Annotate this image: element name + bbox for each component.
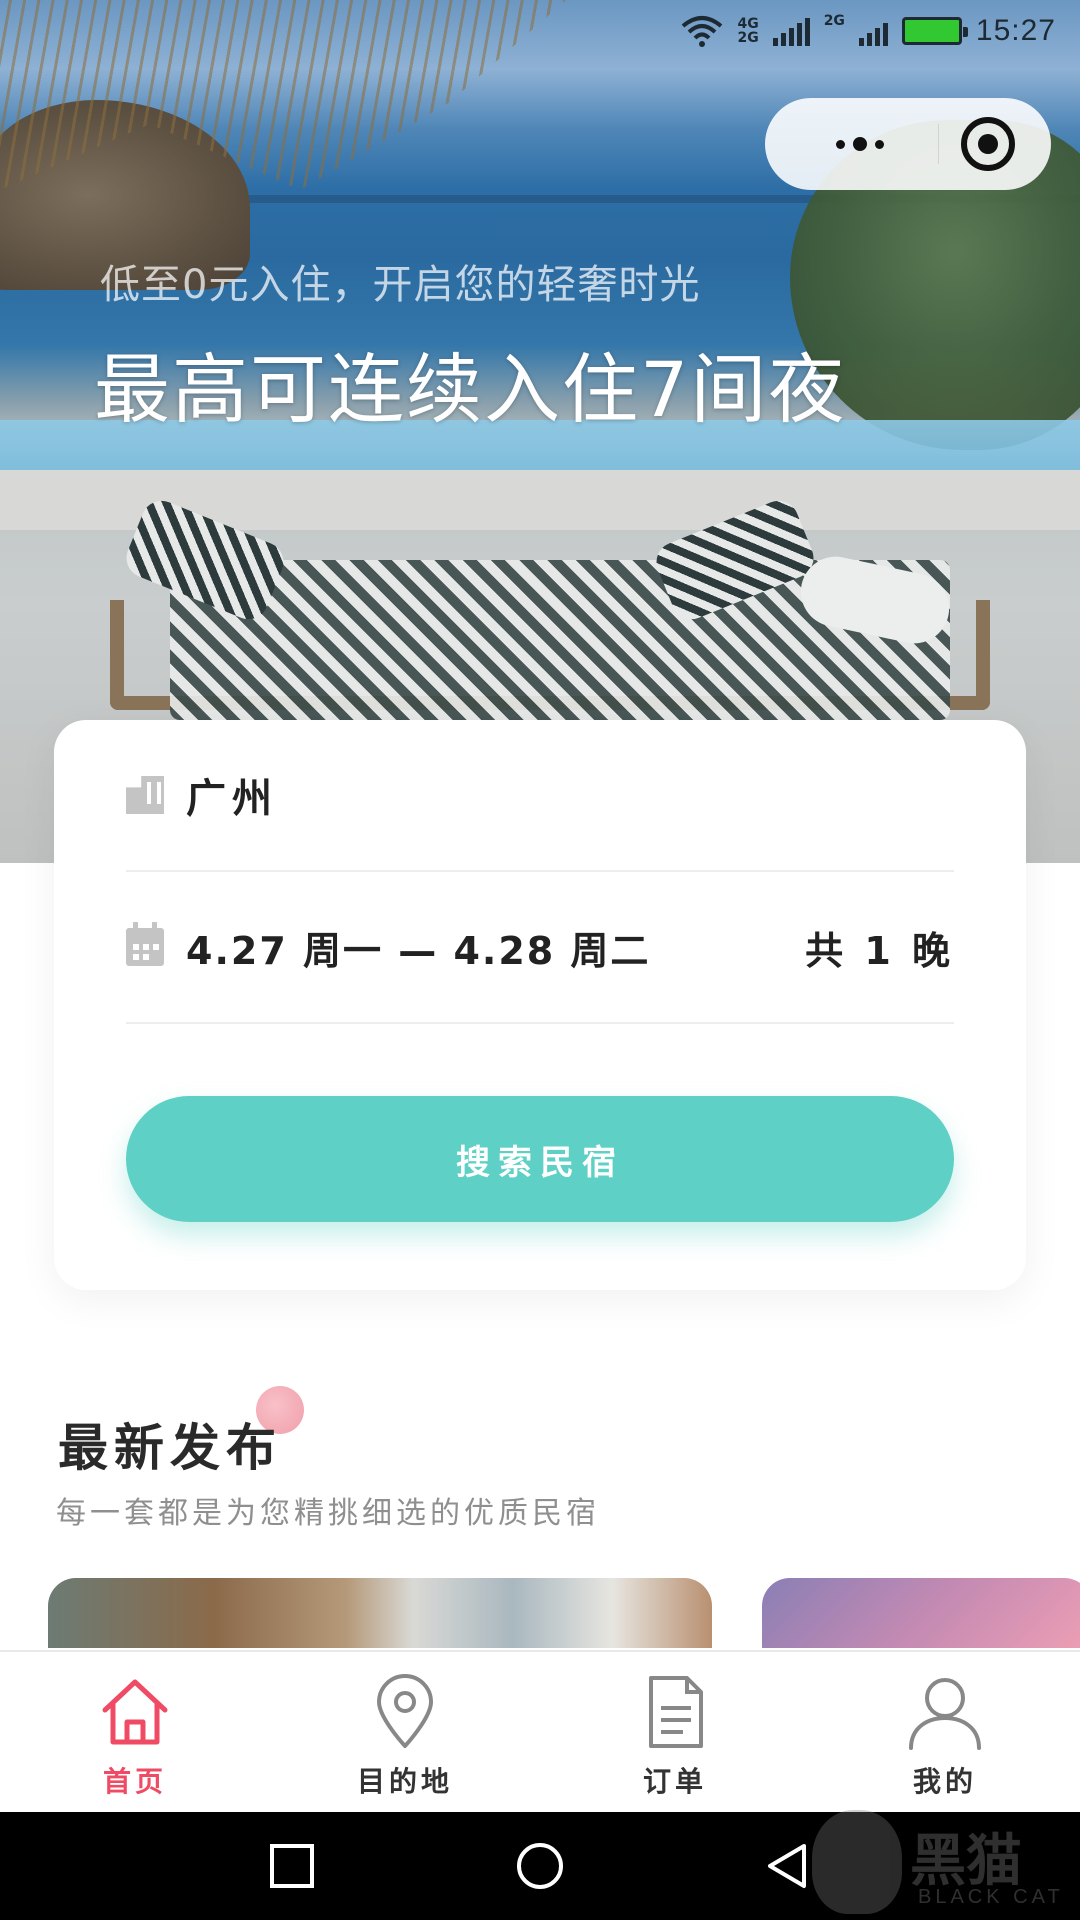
calendar-icon: [126, 922, 164, 966]
network-2g-label: 2G: [737, 30, 759, 46]
watermark-subtext: BLACK CAT: [918, 1886, 1064, 1908]
target-close-icon[interactable]: [961, 117, 1015, 171]
location-pin-icon: [377, 1674, 433, 1748]
cat-logo-icon: [812, 1810, 902, 1914]
wifi-icon: [682, 16, 723, 47]
search-button[interactable]: 搜索民宿: [126, 1096, 954, 1222]
battery-icon: [901, 17, 968, 45]
nights-count: 共 1 晚: [805, 928, 954, 973]
status-bar: 4G 2G 2G 15:27: [0, 0, 1080, 76]
hero-subtitle: 低至0元入住，开启您的轻奢时光: [100, 262, 701, 308]
home-icon: [102, 1679, 168, 1745]
home-button-icon[interactable]: [516, 1842, 564, 1890]
tab-label: 首页: [102, 1765, 167, 1798]
building-icon: [126, 776, 164, 814]
city-value: 广州: [186, 776, 278, 822]
recent-apps-icon[interactable]: [268, 1842, 316, 1890]
user-icon: [909, 1678, 981, 1750]
section-title: 最新发布: [58, 1419, 282, 1477]
network-4g-label: 4G: [737, 16, 759, 32]
tab-label: 目的地: [356, 1765, 453, 1798]
search-card: 广州 4.27 周一 — 4.28 周二 共 1 晚 搜索民宿: [54, 720, 1026, 1290]
date-selector[interactable]: 4.27 周一 — 4.28 周二 共 1 晚: [126, 872, 954, 1024]
tab-label: 我的: [912, 1765, 977, 1798]
tab-mine[interactable]: 我的: [810, 1652, 1080, 1812]
signal-icon-secondary: [858, 16, 888, 46]
tab-label: 订单: [642, 1765, 707, 1798]
mini-program-capsule: [765, 98, 1051, 190]
status-icons: 4G 2G 2G 15:27: [681, 14, 1056, 48]
listing-card[interactable]: [762, 1578, 1080, 1648]
document-icon: [649, 1676, 703, 1748]
network-2g-label-secondary: 2G: [823, 13, 845, 29]
watermark-text: 黑猫: [910, 1829, 1022, 1894]
tab-bar: 首页 目的地 订单 我的: [0, 1650, 1080, 1812]
more-dots-icon[interactable]: [805, 137, 915, 151]
network-type: 4G 2G: [737, 17, 758, 45]
capsule-divider: [937, 124, 939, 164]
date-range: 4.27 周一 — 4.28 周二: [186, 928, 651, 973]
clock: 15:27: [975, 14, 1056, 47]
tab-orders[interactable]: 订单: [540, 1652, 810, 1812]
hero-title: 最高可连续入住7间夜: [94, 345, 847, 434]
watermark-logo: 黑猫 BLACK CAT: [800, 1806, 1070, 1920]
section-subtitle: 每一套都是为您精挑细选的优质民宿: [56, 1496, 600, 1531]
listing-card[interactable]: [48, 1578, 712, 1648]
signal-icon: [772, 16, 810, 46]
city-selector[interactable]: 广州: [126, 720, 954, 872]
tab-home[interactable]: 首页: [0, 1652, 270, 1812]
tab-destination[interactable]: 目的地: [270, 1652, 540, 1812]
